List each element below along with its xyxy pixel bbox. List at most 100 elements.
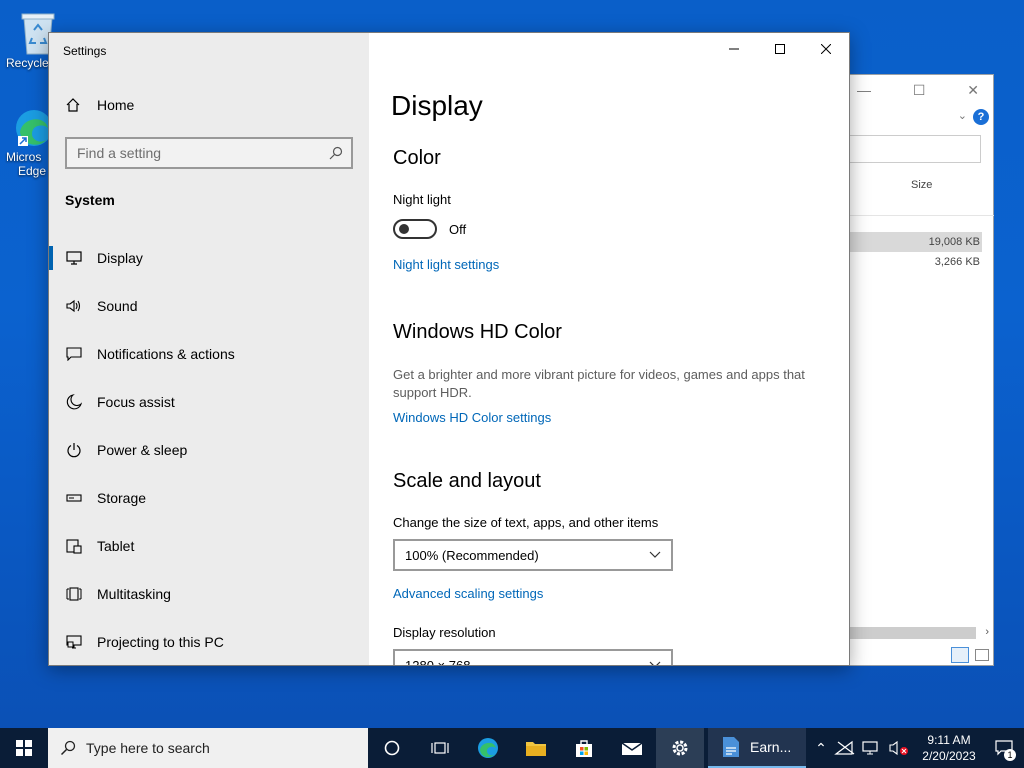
mail-icon [621,742,643,755]
search-icon [329,146,343,160]
sidebar-item-label: Sound [97,298,138,314]
file-size: 3,266 KB [934,256,980,268]
settings-taskbar-button[interactable] [656,728,704,768]
clock-time: 9:11 AM [927,733,971,747]
sidebar-item-tablet[interactable]: Tablet [49,522,369,570]
cortana-icon [384,740,400,756]
maximize-button[interactable] [757,33,803,65]
task-view-icon [431,742,449,754]
tablet-icon [65,537,83,555]
resolution-value: 1280 × 768 [405,657,471,666]
help-icon[interactable]: ? [973,109,989,125]
close-icon[interactable]: ✕ [967,82,979,99]
maximize-icon [775,44,785,54]
network-disconnected-icon[interactable] [834,740,856,756]
notification-count-badge: 1 [1004,749,1016,761]
large-icons-view-icon[interactable] [975,649,989,661]
sidebar-item-notifications[interactable]: Notifications & actions [49,330,369,378]
details-view-icon[interactable] [951,647,969,663]
header-divider [846,215,994,216]
chevron-down-icon[interactable]: ⌄ [958,109,967,122]
horizontal-scrollbar[interactable] [846,627,976,639]
taskbar-search-placeholder: Type here to search [86,740,210,756]
file-row[interactable]: 19,008 KB [846,232,982,252]
task-view-button[interactable] [416,728,464,768]
clock[interactable]: 9:11 AM 2/20/2023 [914,732,984,764]
open-app-taskbar-button[interactable]: Earn... [708,728,806,768]
maximize-icon[interactable]: ☐ [913,82,926,99]
system-tray: ⌃ 9:11 AM 2/20/2023 1 [810,728,1024,768]
minimize-icon [729,48,739,50]
hdr-color-settings-link[interactable]: Windows HD Color settings [393,410,551,425]
scroll-right-icon[interactable]: › [985,626,989,638]
scale-value: 100% (Recommended) [405,547,539,563]
chevron-down-icon [649,661,661,665]
sidebar-item-label: Power & sleep [97,442,188,458]
edge-icon [478,738,498,758]
night-light-state: Off [449,222,467,237]
window-title: Settings [63,44,107,58]
resolution-label: Display resolution [393,625,496,640]
taskbar-search-box[interactable]: Type here to search [48,728,368,768]
notification-icon [65,345,83,363]
taskbar: Type here to search Earn... ⌃ 9:11 AM 2/… [0,728,1024,768]
minimize-icon[interactable]: — [857,82,871,98]
settings-window[interactable]: Settings Home Find a setting System Disp… [48,32,850,666]
show-hidden-icons-icon[interactable]: ⌃ [810,740,832,757]
sidebar-item-label: Tablet [97,538,135,554]
sidebar-item-sound[interactable]: Sound [49,282,369,330]
explorer-caption-buttons: — ☐ ✕ [843,75,993,105]
sidebar-item-label: Display [97,250,143,266]
chevron-down-icon [649,551,661,558]
sidebar-item-label: Projecting to this PC [97,634,224,650]
mail-taskbar-button[interactable] [608,728,656,768]
start-button[interactable] [0,728,48,768]
volume-muted-icon[interactable] [888,740,910,756]
sidebar-item-label: Multitasking [97,586,171,602]
edge-taskbar-button[interactable] [464,728,512,768]
night-light-settings-link[interactable]: Night light settings [393,257,499,272]
find-setting-placeholder: Find a setting [77,145,162,161]
sidebar-item-label: Focus assist [97,394,175,410]
clock-date: 2/20/2023 [922,749,976,763]
folder-icon [526,742,546,756]
multitasking-icon [65,585,83,603]
night-light-toggle[interactable] [393,219,437,239]
file-size: 19,008 KB [928,236,980,248]
display-settings-pane: Display Color Night light Off Night ligh… [369,33,849,665]
sidebar-item-multitasking[interactable]: Multitasking [49,570,369,618]
minimize-button[interactable] [711,33,757,65]
open-app-label: Earn... [750,739,792,755]
network-icon[interactable] [860,740,882,756]
cortana-button[interactable] [368,728,416,768]
find-setting-input[interactable]: Find a setting [65,137,353,169]
file-row[interactable]: 3,266 KB [846,252,982,272]
document-icon [723,737,739,757]
sidebar-item-display[interactable]: Display [49,234,369,282]
advanced-scaling-link[interactable]: Advanced scaling settings [393,586,543,601]
hdr-description: Get a brighter and more vibrant picture … [393,367,805,400]
size-column-header[interactable]: Size [911,179,932,191]
windows-logo-icon [16,740,32,756]
sidebar-item-projecting[interactable]: Projecting to this PC [49,618,369,665]
sidebar-item-power-sleep[interactable]: Power & sleep [49,426,369,474]
settings-nav-list: Display Sound Notifications & actions Fo… [49,234,369,665]
sidebar-item-storage[interactable]: Storage [49,474,369,522]
monitor-icon [65,249,83,267]
file-explorer-taskbar-button[interactable] [512,728,560,768]
explorer-search-input[interactable] [836,135,981,163]
home-nav-item[interactable]: Home [65,97,134,113]
store-taskbar-button[interactable] [560,728,608,768]
close-icon [821,44,831,54]
close-button[interactable] [803,33,849,65]
sidebar-item-focus-assist[interactable]: Focus assist [49,378,369,426]
resolution-dropdown[interactable]: 1280 × 768 [393,649,673,666]
home-icon [65,97,83,113]
window-caption-buttons [711,33,849,65]
scale-label: Change the size of text, apps, and other… [393,515,659,530]
scale-dropdown[interactable]: 100% (Recommended) [393,539,673,571]
action-center-button[interactable]: 1 [984,728,1024,768]
hdr-color-heading: Windows HD Color [393,321,562,343]
scale-layout-heading: Scale and layout [393,470,541,492]
page-title: Display [391,90,483,121]
